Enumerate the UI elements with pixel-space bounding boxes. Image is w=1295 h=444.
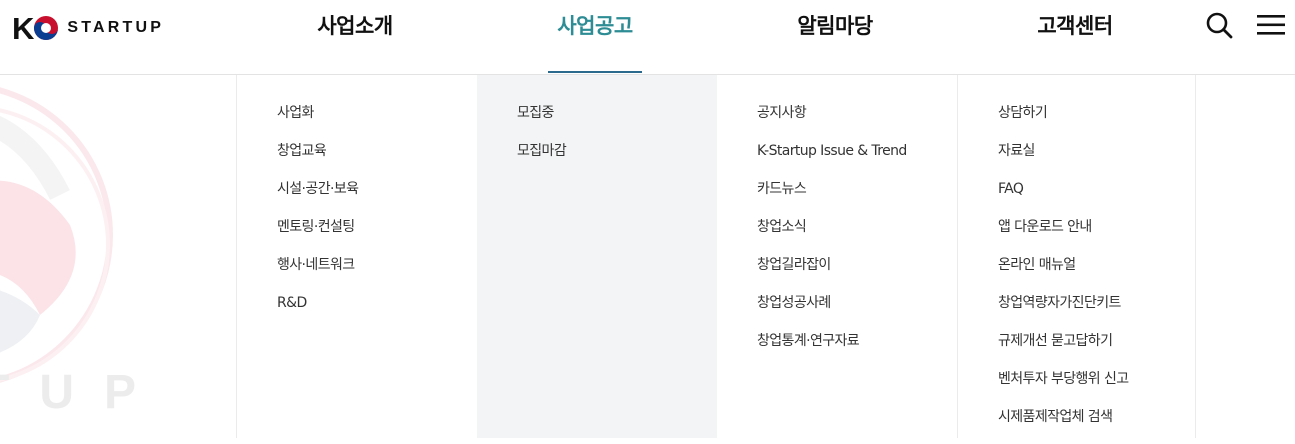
submenu-item-consultation[interactable]: 상담하기 bbox=[998, 102, 1195, 140]
submenu-item-startup-guide[interactable]: 창업길라잡이 bbox=[757, 254, 957, 292]
submenu-item-vc-report[interactable]: 벤처투자 부당행위 신고 bbox=[998, 368, 1195, 406]
background-startup-text: TUP bbox=[0, 366, 166, 419]
submenu-column-customer-center: 상담하기 자료실 FAQ 앱 다운로드 안내 온라인 매뉴얼 창업역량자가진단키… bbox=[957, 75, 1196, 438]
active-tab-underline bbox=[548, 71, 642, 73]
submenu-item-facility-space[interactable]: 시설·공간·보육 bbox=[277, 178, 477, 216]
nav-item-notice-board[interactable]: 알림마당 bbox=[780, 10, 890, 43]
submenu-item-online-manual[interactable]: 온라인 매뉴얼 bbox=[998, 254, 1195, 292]
submenu-item-mentoring[interactable]: 멘토링·컨설팅 bbox=[277, 216, 477, 254]
logo-letter: K bbox=[12, 10, 34, 46]
taegeuk-emblem-icon bbox=[34, 16, 59, 40]
submenu-item-regulation-qna[interactable]: 규제개선 묻고답하기 bbox=[998, 330, 1195, 368]
submenu-item-prototype-search[interactable]: 시제품제작업체 검색 bbox=[998, 406, 1195, 444]
search-icon[interactable] bbox=[1204, 10, 1234, 40]
submenu-item-notices[interactable]: 공지사항 bbox=[757, 102, 957, 140]
submenu-item-startup-news[interactable]: 창업소식 bbox=[757, 216, 957, 254]
submenu-column-notice-board: 공지사항 K-Startup Issue & Trend 카드뉴스 창업소식 창… bbox=[717, 75, 957, 438]
submenu-item-commercialization[interactable]: 사업화 bbox=[277, 102, 477, 140]
submenu-item-closed[interactable]: 모집마감 bbox=[517, 140, 717, 178]
logo-text: STARTUP bbox=[67, 19, 165, 36]
submenu-item-faq[interactable]: FAQ bbox=[998, 178, 1195, 216]
nav-item-business-announcement[interactable]: 사업공고 bbox=[540, 10, 650, 43]
submenu-item-self-diagnosis[interactable]: 창업역량자가진단키트 bbox=[998, 292, 1195, 330]
nav-item-business-intro[interactable]: 사업소개 bbox=[300, 10, 410, 43]
submenu-item-startup-education[interactable]: 창업교육 bbox=[277, 140, 477, 178]
submenu-item-issue-trend[interactable]: K-Startup Issue & Trend bbox=[757, 140, 957, 178]
nav-item-customer-center[interactable]: 고객센터 bbox=[1020, 10, 1130, 43]
submenu-column-announcement: 모집중 모집마감 bbox=[477, 75, 717, 438]
site-header: K STARTUP 사업소개 사업공고 알림마당 고객센터 bbox=[0, 0, 1295, 75]
submenu-item-statistics[interactable]: 창업통계·연구자료 bbox=[757, 330, 957, 368]
submenu-item-app-download[interactable]: 앱 다운로드 안내 bbox=[998, 216, 1195, 254]
submenu-item-resources[interactable]: 자료실 bbox=[998, 140, 1195, 178]
background-emblem-decoration: TUP bbox=[0, 75, 236, 438]
submenu-item-recruiting[interactable]: 모집중 bbox=[517, 102, 717, 140]
k-startup-logo[interactable]: K STARTUP bbox=[12, 8, 164, 48]
submenu-item-event-network[interactable]: 행사·네트워크 bbox=[277, 254, 477, 292]
submenu-item-success-cases[interactable]: 창업성공사례 bbox=[757, 292, 957, 330]
submenu-item-rnd[interactable]: R&D bbox=[277, 292, 477, 330]
submenu-item-card-news[interactable]: 카드뉴스 bbox=[757, 178, 957, 216]
submenu-column-business-intro: 사업화 창업교육 시설·공간·보육 멘토링·컨설팅 행사·네트워크 R&D bbox=[236, 75, 477, 438]
hamburger-menu-icon[interactable] bbox=[1257, 13, 1287, 37]
